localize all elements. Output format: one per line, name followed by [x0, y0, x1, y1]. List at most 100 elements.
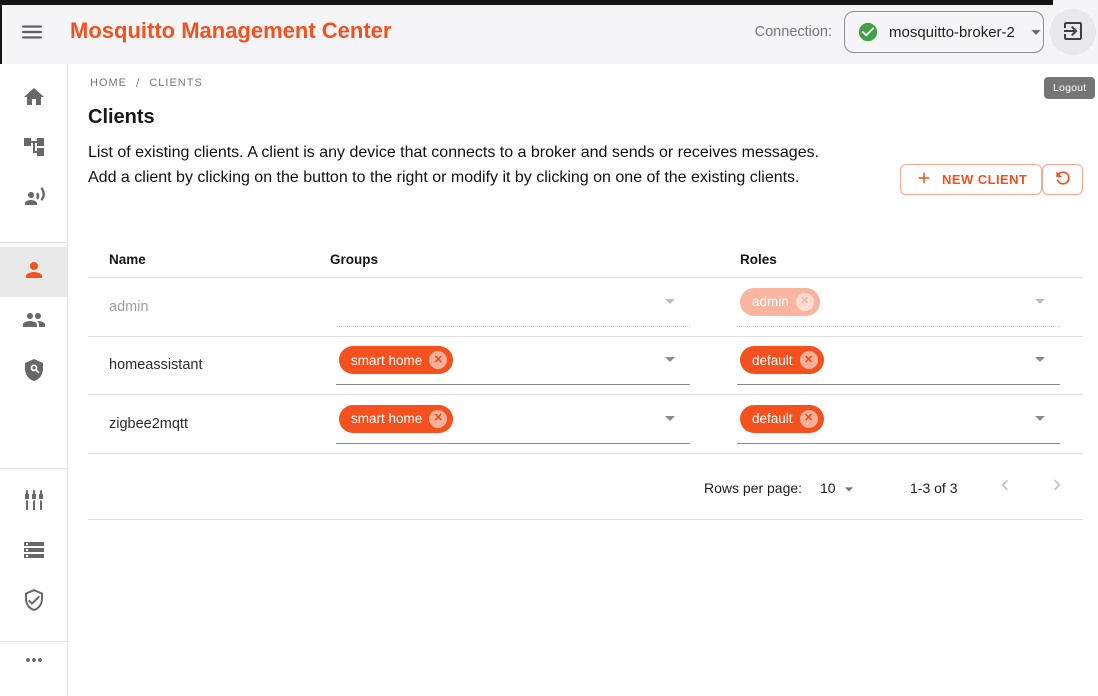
column-header-name: Name [109, 252, 146, 267]
sidebar-item-home[interactable] [0, 74, 67, 124]
pagination: Rows per page: 10 1-3 of 3 [88, 454, 1083, 520]
caret-down-icon [1028, 347, 1052, 376]
connection-select[interactable]: mosquitto-broker-2 [844, 11, 1044, 53]
previous-page-button[interactable] [987, 469, 1023, 505]
column-header-groups: Groups [330, 252, 378, 267]
logout-tooltip: Logout [1044, 77, 1095, 99]
sidebar-item-security[interactable] [0, 577, 67, 627]
verified-user-icon [22, 588, 46, 617]
sidebar-item-streams[interactable] [0, 527, 67, 577]
people-icon [22, 308, 46, 337]
chip-label: default [752, 353, 793, 368]
roles-select: admin ✕ [737, 287, 1060, 327]
chevron-left-icon [994, 474, 1016, 499]
next-page-button[interactable] [1039, 469, 1075, 505]
sidebar-item-topic-tree[interactable] [0, 124, 67, 174]
roles-select[interactable]: default ✕ [737, 404, 1060, 444]
logout-button[interactable] [1050, 9, 1096, 55]
caret-down-icon [1028, 406, 1052, 435]
chip-delete-icon[interactable]: ✕ [429, 410, 447, 428]
sidebar-section [0, 468, 67, 627]
chip-smart-home[interactable]: smart home ✕ [339, 405, 453, 433]
connection-status-icon [857, 21, 879, 43]
chip-delete-icon[interactable]: ✕ [429, 351, 447, 369]
client-name: homeassistant [109, 357, 203, 373]
breadcrumb-clients: CLIENTS [149, 77, 202, 89]
sidebar-item-clients[interactable] [0, 247, 67, 297]
refresh-icon [1053, 168, 1073, 191]
sidebar [0, 64, 68, 696]
page-description: List of existing clients. A client is an… [88, 140, 830, 190]
topic-tree-icon [22, 135, 46, 164]
caret-down-icon[interactable] [839, 479, 859, 502]
page-title: Clients [88, 106, 155, 129]
breadcrumb: HOME / CLIENTS [90, 76, 203, 90]
sidebar-item-groups[interactable] [0, 297, 67, 347]
sidebar-item-roles[interactable] [0, 347, 67, 397]
sidebar-section [0, 242, 67, 397]
client-row-homeassistant[interactable]: homeassistant smart home ✕ default ✕ [88, 337, 1083, 396]
sidebar-item-settings[interactable] [0, 477, 67, 527]
person-icon [22, 258, 46, 287]
rows-per-page-label: Rows per page: [704, 480, 802, 496]
menu-button[interactable] [17, 19, 47, 45]
groups-select [336, 287, 690, 327]
more-horiz-icon [22, 648, 46, 677]
client-row-admin: admin admin ✕ [88, 278, 1083, 337]
breadcrumb-home[interactable]: HOME [90, 77, 127, 89]
pagination-range: 1-3 of 3 [910, 480, 957, 496]
chip-smart-home[interactable]: smart home ✕ [339, 346, 453, 374]
groups-select[interactable]: smart home ✕ [336, 404, 690, 444]
sidebar-section [0, 641, 67, 682]
connection-label: Connection: [755, 24, 832, 40]
sidebar-item-connections[interactable] [0, 174, 67, 224]
exit-to-app-icon [1061, 19, 1085, 46]
chip-delete-icon[interactable]: ✕ [800, 410, 818, 428]
window-left-edge [0, 0, 2, 66]
roles-select[interactable]: default ✕ [737, 345, 1060, 385]
chip-delete-icon: ✕ [796, 293, 814, 311]
caret-down-icon [658, 406, 682, 435]
client-name: zigbee2mqtt [109, 416, 188, 432]
table-header: Name Groups Roles [88, 243, 1083, 278]
refresh-button[interactable] [1042, 164, 1083, 195]
main-content: HOME / CLIENTS Logout Clients List of ex… [68, 64, 1098, 696]
chip-delete-icon[interactable]: ✕ [800, 351, 818, 369]
app-bar: Mosquitto Management Center Connection: … [0, 0, 1098, 64]
chip-label: smart home [351, 411, 422, 426]
caret-down-icon [658, 347, 682, 376]
caret-down-icon [1025, 21, 1047, 43]
menu-icon [19, 33, 45, 48]
policy-icon [22, 358, 46, 387]
groups-select[interactable]: smart home ✕ [336, 345, 690, 385]
app-title: Mosquitto Management Center [70, 18, 391, 44]
chip-admin: admin ✕ [740, 288, 820, 316]
topbar-right: Connection: mosquitto-broker-2 [755, 0, 1098, 64]
tune-icon [22, 488, 46, 517]
column-header-roles: Roles [740, 252, 777, 267]
breadcrumb-separator: / [136, 76, 140, 90]
chevron-right-icon [1046, 474, 1068, 499]
chip-default[interactable]: default ✕ [740, 405, 824, 433]
new-client-label: NEW CLIENT [942, 172, 1027, 187]
chip-label: smart home [351, 353, 422, 368]
rows-per-page-select[interactable]: 10 [820, 480, 836, 496]
window-top-edge [0, 0, 1053, 5]
storage-icon [22, 538, 46, 567]
clients-table: Name Groups Roles adminadmin✕homeassista… [88, 243, 1083, 520]
plus-icon [915, 169, 933, 190]
caret-down-icon [658, 289, 682, 318]
chip-label: admin [752, 294, 789, 309]
screen: Mosquitto Management Center Connection: … [0, 0, 1098, 696]
home-icon [22, 85, 46, 114]
chip-default[interactable]: default ✕ [740, 346, 824, 374]
connection-value: mosquitto-broker-2 [889, 24, 1015, 41]
sidebar-item-more[interactable] [0, 642, 67, 682]
new-client-button[interactable]: NEW CLIENT [900, 164, 1042, 195]
sidebar-section [0, 64, 67, 224]
chip-label: default [752, 411, 793, 426]
client-name: admin [109, 299, 149, 315]
client-row-zigbee2mqtt[interactable]: zigbee2mqtt smart home ✕ default ✕ [88, 395, 1083, 454]
record-voice-icon [22, 185, 46, 214]
caret-down-icon [1028, 289, 1052, 318]
